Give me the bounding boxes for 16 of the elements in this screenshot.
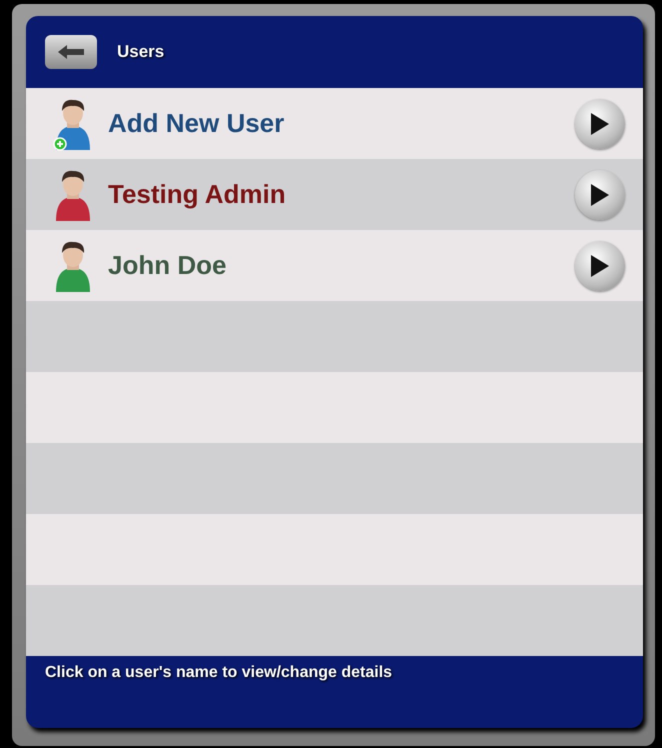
- forward-button[interactable]: [575, 98, 625, 148]
- forward-button[interactable]: [575, 240, 625, 290]
- play-arrow-icon: [591, 254, 609, 276]
- user-row[interactable]: Add New User: [26, 88, 643, 159]
- header-title: Users: [117, 42, 164, 62]
- play-arrow-icon: [591, 112, 609, 134]
- hint-text: Click on a user's name to view/change details: [45, 664, 392, 681]
- user-row[interactable]: Testing Admin: [26, 159, 643, 230]
- user-name[interactable]: John Doe: [108, 250, 575, 281]
- user-row[interactable]: John Doe: [26, 230, 643, 301]
- user-name[interactable]: Testing Admin: [108, 179, 575, 210]
- user-name[interactable]: Add New User: [108, 108, 575, 139]
- play-arrow-icon: [591, 184, 609, 206]
- back-arrow-icon: [58, 45, 84, 59]
- back-button[interactable]: [45, 35, 97, 69]
- forward-button[interactable]: [575, 170, 625, 220]
